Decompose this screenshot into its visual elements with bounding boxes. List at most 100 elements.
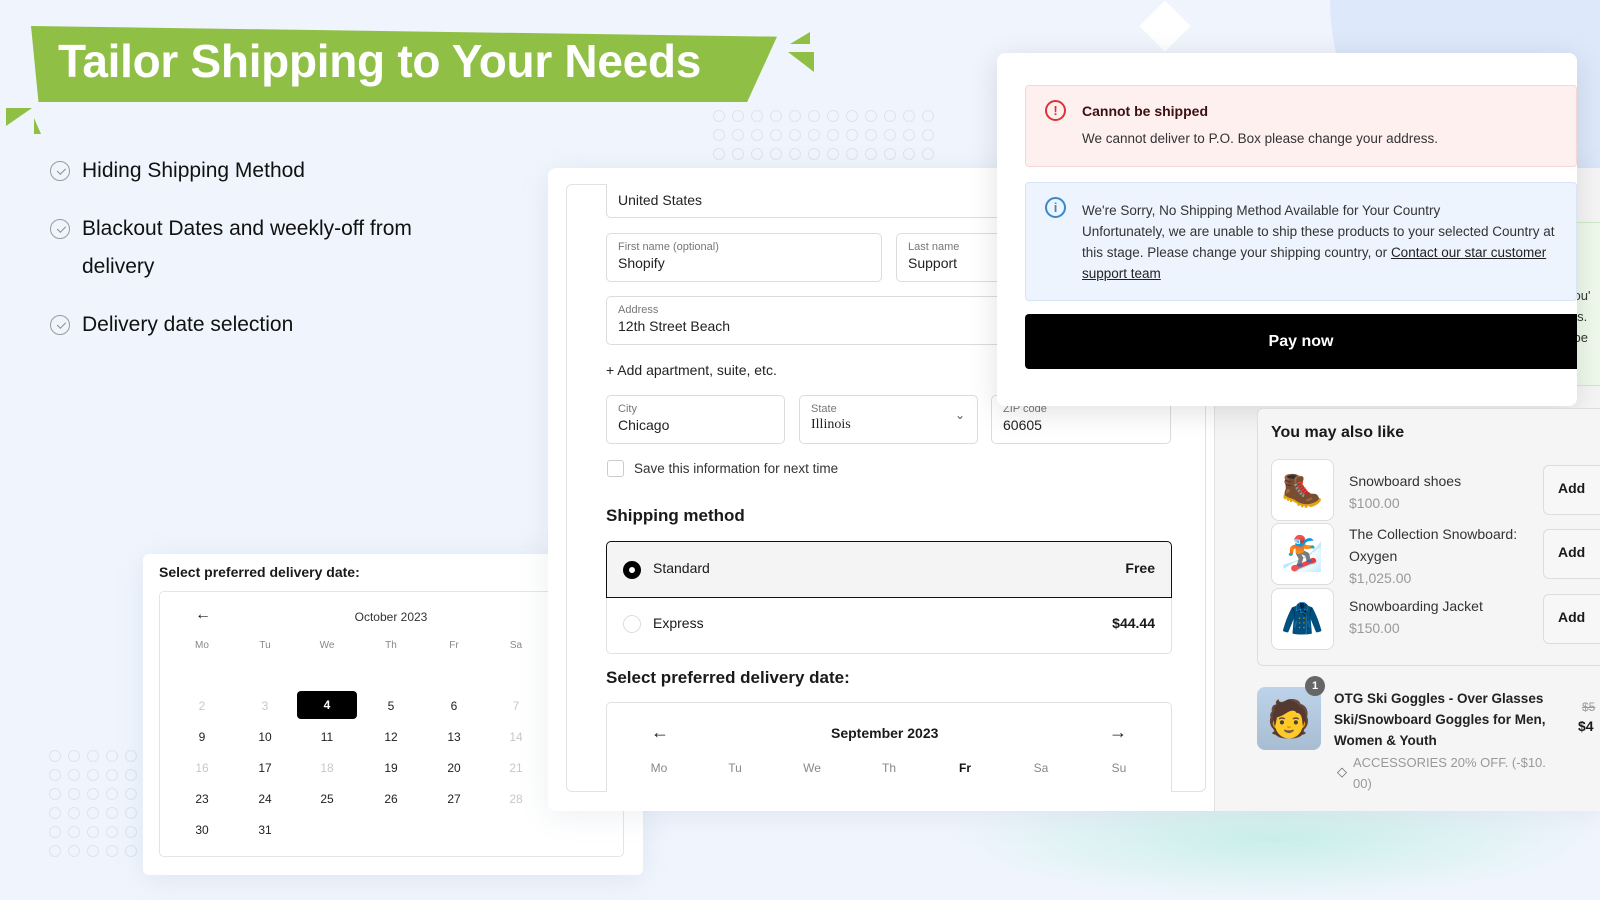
city-field[interactable]: City Chicago xyxy=(606,395,785,444)
headline: Tailor Shipping to Your Needs xyxy=(58,35,702,87)
calendar-day: 2 xyxy=(198,699,206,713)
address-field[interactable]: Address 12th Street Beach xyxy=(606,296,1016,345)
error-message: We cannot deliver to P.O. Box please cha… xyxy=(1082,131,1438,146)
order-item-image: 🧑 xyxy=(1257,687,1321,750)
prev-month-arrow-icon[interactable]: ← xyxy=(195,606,211,624)
decor-triangle xyxy=(790,32,810,44)
decor-diamond xyxy=(1139,0,1191,52)
calendar-day: 7 xyxy=(512,699,520,713)
next-month-arrow-icon[interactable]: → xyxy=(1109,722,1127,743)
info-icon: i xyxy=(1045,197,1066,218)
calendar-day[interactable]: 5 xyxy=(361,699,421,713)
save-info-label: Save this information for next time xyxy=(634,461,839,476)
state-select[interactable]: State Illinois ⌄ xyxy=(799,395,978,444)
quantity-badge: 1 xyxy=(1305,676,1325,696)
feature-label: Blackout Dates and weekly-off from delive… xyxy=(82,217,412,278)
order-item-name: OTG Ski Goggles - Over Glasses Ski/Snowb… xyxy=(1334,691,1546,748)
add-apartment-link[interactable]: + Add apartment, suite, etc. xyxy=(606,362,777,378)
delivery-calendar: ← September 2023 → Mo Tu We Th Fr Sa Su xyxy=(606,702,1172,792)
recommendations-title: You may also like xyxy=(1271,424,1405,441)
weekday-label: Th xyxy=(881,761,896,775)
shipping-option-price: Free xyxy=(1125,560,1155,576)
calendar-day[interactable]: 9 xyxy=(172,730,232,744)
country-select[interactable]: United States xyxy=(606,184,1006,218)
weekday-label: Fr xyxy=(449,640,459,651)
calendar-day[interactable]: 24 xyxy=(235,792,295,806)
info-text: We're Sorry, No Shipping Method Availabl… xyxy=(1082,203,1555,281)
shipping-option-express[interactable]: Express $44.44 xyxy=(606,598,1172,654)
first-name-field[interactable]: First name (optional) Shopify xyxy=(606,233,882,282)
calendar-day: 18 xyxy=(320,761,334,775)
calendar-day[interactable]: 19 xyxy=(361,761,421,775)
feature-label: Hiding Shipping Method xyxy=(82,159,305,182)
chevron-down-icon: ⌄ xyxy=(954,408,965,422)
discount-tag-icon: ◇ xyxy=(1337,764,1347,779)
radio-selected[interactable] xyxy=(623,561,641,579)
calendar-day[interactable]: 25 xyxy=(297,792,357,806)
calendar-day-selected[interactable]: 4 xyxy=(297,691,357,719)
mini-calendar-title: Select preferred delivery date: xyxy=(159,564,360,580)
weekday-label: Fr xyxy=(959,761,971,775)
calendar-day[interactable]: 23 xyxy=(172,792,232,806)
recommendation-item: 🏂 The Collection Snowboard: Oxygen $1,025… xyxy=(1257,523,1600,586)
error-alert: ! Cannot be shipped We cannot deliver to… xyxy=(1025,85,1577,167)
weekday-label: We xyxy=(319,640,335,651)
prev-month-arrow-icon[interactable]: ← xyxy=(651,722,669,743)
recommendation-item: 🧥 Snowboarding Jacket $150.00 Add xyxy=(1257,588,1600,650)
delivery-date-heading: Select preferred delivery date: xyxy=(606,668,850,687)
check-circle-icon xyxy=(50,219,70,239)
save-info-checkbox[interactable] xyxy=(607,460,624,477)
radio-unselected[interactable] xyxy=(623,615,641,633)
feature-item: Hiding Shipping Method xyxy=(50,152,305,190)
decor-dots xyxy=(713,110,934,160)
mini-calendar-month: October 2023 xyxy=(354,610,428,624)
calendar-day[interactable]: 12 xyxy=(361,730,421,744)
weekday-label: Tu xyxy=(259,640,271,651)
shipping-option-price: $44.44 xyxy=(1112,615,1155,631)
snowboard-image: 🏂 xyxy=(1271,523,1334,585)
calendar-day[interactable]: 30 xyxy=(172,823,232,837)
order-item-discount: ACCESSORIES 20% OFF. (-$10.00) xyxy=(1353,755,1546,791)
error-title: Cannot be shipped xyxy=(1082,103,1208,119)
weekday-label: Su xyxy=(1111,761,1127,775)
shipping-option-name: Standard xyxy=(653,560,710,576)
calendar-day[interactable]: 27 xyxy=(424,792,484,806)
shipping-option-standard[interactable]: Standard Free xyxy=(606,541,1172,598)
calendar-day[interactable]: 10 xyxy=(235,730,295,744)
weekday-label: Tu xyxy=(728,761,742,775)
calendar-day[interactable]: 6 xyxy=(424,699,484,713)
feature-item: Blackout Dates and weekly-off from delive… xyxy=(50,210,412,286)
calendar-day: 14 xyxy=(509,730,523,744)
shipping-method-heading: Shipping method xyxy=(606,506,745,525)
calendar-month: September 2023 xyxy=(831,725,939,741)
jacket-image: 🧥 xyxy=(1271,588,1334,650)
shipping-option-name: Express xyxy=(653,615,704,631)
calendar-day[interactable]: 11 xyxy=(297,730,357,744)
calendar-day[interactable]: 13 xyxy=(424,730,484,744)
calendar-day[interactable]: 31 xyxy=(235,823,295,837)
decor-triangle xyxy=(6,108,32,126)
check-circle-icon xyxy=(50,315,70,335)
weekday-label: Mo xyxy=(650,761,668,775)
pay-now-button[interactable]: Pay now xyxy=(1025,314,1577,369)
add-button[interactable]: Add xyxy=(1543,594,1600,644)
calendar-day[interactable]: 26 xyxy=(361,792,421,806)
error-exclamation-icon: ! xyxy=(1045,100,1066,121)
original-price: $5 xyxy=(1582,700,1596,714)
check-circle-icon xyxy=(50,161,70,181)
feature-item: Delivery date selection xyxy=(50,306,293,344)
weekday-label: We xyxy=(803,761,821,775)
calendar-day[interactable]: 20 xyxy=(424,761,484,775)
feature-label: Delivery date selection xyxy=(82,313,294,336)
add-button[interactable]: Add xyxy=(1543,465,1600,515)
calendar-day: 28 xyxy=(509,792,523,806)
calendar-day: 3 xyxy=(261,699,269,713)
calendar-day[interactable]: 17 xyxy=(235,761,295,775)
add-button[interactable]: Add xyxy=(1543,529,1600,579)
calendar-day: 16 xyxy=(195,761,209,775)
weekday-label: Sa xyxy=(509,640,523,651)
weekday-label: Mo xyxy=(195,640,209,651)
snowboard-shoes-image: 🥾 xyxy=(1271,459,1334,521)
recommendation-item: 🥾 Snowboard shoes $100.00 Add xyxy=(1257,459,1600,521)
order-item-price: $4 xyxy=(1578,718,1594,734)
